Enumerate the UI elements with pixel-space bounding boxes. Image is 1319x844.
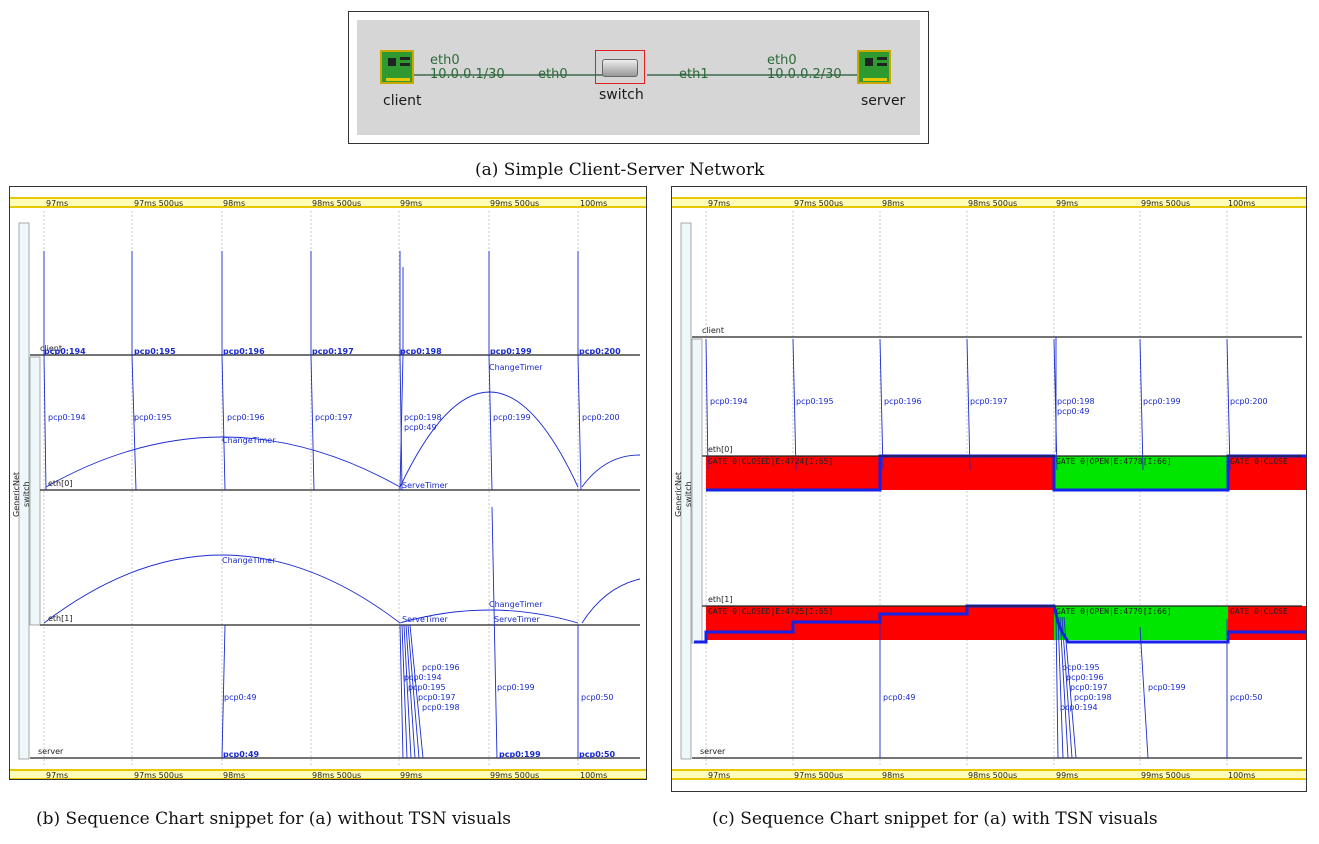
network-canvas: client eth0 10.0.0.1/30 eth0 switch eth1… [357,20,920,135]
msg-label[interactable]: pcp0:196 [422,663,460,672]
msg-label[interactable]: pcp0:194 [404,673,442,682]
msg-label[interactable]: pcp0:49 [1057,407,1090,416]
msg-label[interactable]: pcp0:196 [227,413,265,422]
sequence-chart-b[interactable]: 97ms 97ms 500us 98ms 98ms 500us 99ms 99m… [9,186,647,780]
client-nic-icon[interactable] [380,50,414,84]
sequence-chart-c[interactable]: 97ms 97ms 500us 98ms 98ms 500us 99ms 99m… [671,186,1307,792]
event-label[interactable]: pcp0:198 [400,347,442,356]
msg-label[interactable]: pcp0:197 [315,413,353,422]
msg-label[interactable]: pcp0:197 [418,693,456,702]
tree-label-genericnet[interactable]: GenericNet [12,472,21,517]
switch-if0-label: eth0 [538,67,568,82]
gate-label: GATE 0|CLOSED|E:4724[I:65] [708,457,834,466]
gate-label: GATE 0|OPEN|E:4779[I:66] [1056,607,1172,616]
timer-label[interactable]: ServeTimer [402,481,448,490]
msg-label[interactable]: pcp0:195 [134,413,172,422]
tree-label-genericnet[interactable]: GenericNet [674,472,683,517]
event-label[interactable]: pcp0:199 [490,347,532,356]
gate-label: GATE 0|CLOSE [1230,607,1288,616]
tree-label-switch[interactable]: switch [684,481,693,507]
event-label[interactable]: pcp0:197 [312,347,354,356]
msg-label[interactable]: pcp0:198 [404,413,442,422]
network-diagram: client eth0 10.0.0.1/30 eth0 switch eth1… [348,11,929,144]
server-nic-icon[interactable] [857,50,891,84]
event-label[interactable]: pcp0:199 [499,750,541,759]
msg-label[interactable]: pcp0:194 [710,397,748,406]
axis-label-eth0: eth[0] [48,479,73,488]
timer-label[interactable]: ChangeTimer [489,363,543,372]
server-label: server [861,93,906,109]
msg-label[interactable]: pcp0:49 [404,423,437,432]
msg-label[interactable]: pcp0:49 [224,693,257,702]
chart-c-lines [680,211,1306,767]
msg-label[interactable]: pcp0:199 [493,413,531,422]
gate-label: GATE 0|OPEN|E:4778[I:66] [1056,457,1172,466]
msg-label[interactable]: pcp0:198 [1057,397,1095,406]
event-label[interactable]: pcp0:49 [223,750,259,759]
msg-label[interactable]: pcp0:198 [1074,693,1112,702]
axis-label-eth0: eth[0] [708,445,733,454]
event-label[interactable]: pcp0:194 [44,347,86,356]
event-label[interactable]: pcp0:196 [223,347,265,356]
timer-label[interactable]: ChangeTimer [222,556,276,565]
timer-label[interactable]: ServeTimer [402,615,448,624]
msg-label[interactable]: pcp0:199 [497,683,535,692]
timer-label[interactable]: ChangeTimer [222,436,276,445]
msg-label[interactable]: pcp0:196 [1066,673,1104,682]
switch-label: switch [599,87,644,103]
caption-a: (a) Simple Client-Server Network [475,160,765,180]
client-if-addr: 10.0.0.1/30 [430,67,505,82]
msg-label[interactable]: pcp0:199 [1143,397,1181,406]
gate-label: GATE 0|CLOSE [1230,457,1288,466]
event-label[interactable]: pcp0:200 [579,347,621,356]
gate-label: GATE 0|CLOSED|E:4725[I:65] [708,607,834,616]
axis-label-eth1: eth[1] [48,614,73,623]
msg-label[interactable]: pcp0:49 [883,693,916,702]
msg-label[interactable]: pcp0:197 [970,397,1008,406]
msg-label[interactable]: pcp0:195 [408,683,446,692]
msg-label[interactable]: pcp0:196 [884,397,922,406]
msg-label[interactable]: pcp0:200 [582,413,620,422]
axis-label-client: client [702,326,724,335]
msg-label[interactable]: pcp0:194 [1060,703,1098,712]
timer-label[interactable]: ServeTimer [494,615,540,624]
msg-label[interactable]: pcp0:197 [1070,683,1108,692]
switch-icon[interactable] [595,50,645,84]
msg-label[interactable]: pcp0:194 [48,413,86,422]
server-if-addr: 10.0.0.2/30 [767,67,842,82]
server-if-name: eth0 [767,53,797,68]
client-if-name: eth0 [430,53,460,68]
axis-label-server: server [700,747,726,756]
msg-label[interactable]: pcp0:195 [1062,663,1100,672]
msg-label[interactable]: pcp0:198 [422,703,460,712]
msg-label[interactable]: pcp0:195 [796,397,834,406]
event-label[interactable]: pcp0:50 [579,750,615,759]
event-label[interactable]: pcp0:195 [134,347,176,356]
client-label: client [383,93,422,109]
axis-label-server: server [38,747,64,756]
chart-b-lines [18,211,641,767]
caption-c: (c) Sequence Chart snippet for (a) with … [712,809,1158,829]
msg-label[interactable]: pcp0:200 [1230,397,1268,406]
axis-label-eth1: eth[1] [708,595,733,604]
msg-label[interactable]: pcp0:199 [1148,683,1186,692]
msg-label[interactable]: pcp0:50 [1230,693,1263,702]
msg-label[interactable]: pcp0:50 [581,693,614,702]
switch-if1-label: eth1 [679,67,709,82]
timer-label[interactable]: ChangeTimer [489,600,543,609]
tree-label-switch[interactable]: switch [22,481,31,507]
caption-b: (b) Sequence Chart snippet for (a) witho… [36,809,512,829]
